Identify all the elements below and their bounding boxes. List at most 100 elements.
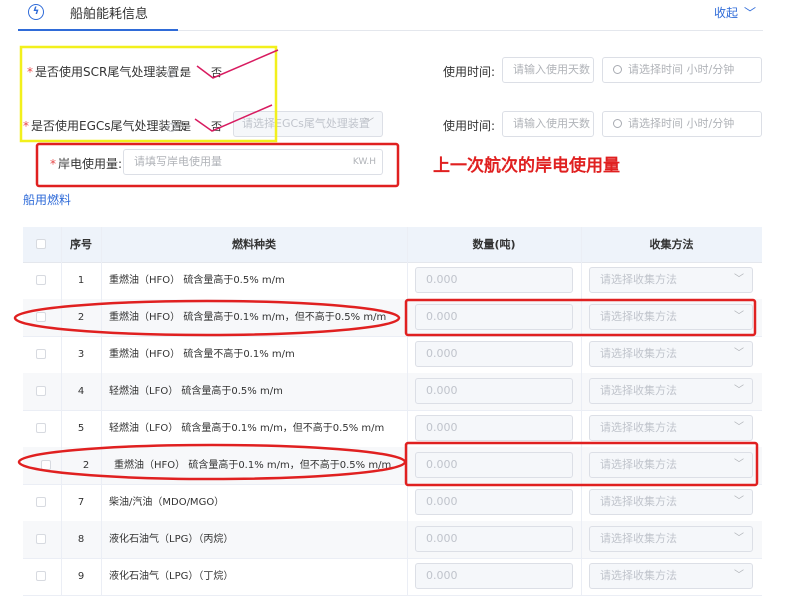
row-checkbox[interactable] (36, 275, 46, 285)
header-fuel-type: 燃料种类 (232, 238, 276, 251)
quantity-input[interactable]: 0.000 (415, 378, 573, 404)
quantity-input[interactable]: 0.000 (415, 304, 573, 330)
chevron-down-icon: ﹀ (734, 348, 744, 359)
table-row: 7 柴油/汽油（MDO/MGO） 0.000 请选择收集方法 ﹀ (23, 484, 762, 522)
table-row: 9 液化石油气（LPG）（丁烷） 0.000 请选择收集方法 ﹀ (23, 558, 762, 596)
radio-circle-icon (167, 68, 176, 78)
row-fuel-type: 重燃油（HFO） 硫含量高于0.5% m/m (109, 275, 285, 286)
scr-label: * 是否使用SCR尾气处理装置: (27, 65, 184, 79)
header-method: 收集方法 (649, 238, 694, 251)
egcs-time-label: 使用时间: (443, 119, 496, 133)
quantity-input[interactable]: 0.000 (415, 526, 573, 552)
egcs-radio-yes[interactable]: 是 (167, 118, 191, 134)
quantity-input[interactable]: 0.000 (415, 563, 573, 589)
quantity-input[interactable]: 0.000 (415, 341, 573, 367)
row-seq: 5 (77, 423, 85, 434)
row-checkbox[interactable] (36, 534, 46, 544)
table-row: 1 重燃油（HFO） 硫含量高于0.5% m/m 0.000 请选择收集方法 ﹀ (23, 262, 762, 300)
method-select[interactable]: 请选择收集方法 ﹀ (589, 452, 753, 478)
tab-active-indicator (18, 29, 178, 31)
chevron-down-icon: ﹀ (734, 496, 744, 507)
row-fuel-type: 轻燃油（LFO） 硫含量高于0.1% m/m，但不高于0.5% m/m (109, 423, 385, 434)
scr-radio-no[interactable]: 否 (211, 64, 222, 80)
checkmark-scr (196, 49, 279, 79)
method-select[interactable]: 请选择收集方法 ﹀ (589, 341, 753, 367)
table-row: 2 重燃油（HFO） 硫含量高于0.1% m/m，但不高于0.5% m/m 0.00… (23, 447, 762, 485)
table-row: 3 重燃油（HFO） 硫含量不高于0.1% m/m 0.000 请选择收集方法 ﹀ (23, 336, 762, 374)
collapse-button[interactable]: 收起 ﹀ (714, 4, 756, 21)
row-seq: 7 (77, 497, 85, 508)
egcs-days-input[interactable]: 请输入使用天数 (502, 111, 594, 137)
table-row: 5 轻燃油（LFO） 硫含量高于0.1% m/m，但不高于0.5% m/m 0.00… (23, 410, 762, 448)
row-fuel-type: 重燃油（HFO） 硫含量高于0.1% m/m，但不高于0.5% m/m (109, 312, 387, 323)
column-divider (101, 227, 102, 595)
table-row: 2 重燃油（HFO） 硫含量高于0.1% m/m，但不高于0.5% m/m 0.00… (23, 299, 762, 337)
annotation-text: 上一次航次的岸电使用量 (433, 156, 620, 176)
method-select[interactable]: 请选择收集方法 ﹀ (589, 267, 753, 293)
chevron-down-icon: ﹀ (364, 118, 374, 129)
row-fuel-type: 液化石油气（LPG）（丙烷） (109, 534, 234, 545)
tab-energy-info[interactable]: 船舶能耗信息 (70, 3, 148, 22)
row-seq: 9 (77, 571, 85, 582)
chevron-down-icon: ﹀ (734, 422, 744, 433)
shore-power-input[interactable]: 请填写岸电使用量 KW.H (123, 149, 383, 175)
shore-power-label: * 岸电使用量: (50, 157, 123, 171)
quantity-input[interactable]: 0.000 (415, 267, 573, 293)
scr-days-input[interactable]: 请输入使用天数 (502, 57, 594, 83)
row-checkbox[interactable] (36, 497, 46, 507)
chevron-down-icon: ﹀ (734, 385, 744, 396)
chevron-down-icon: ﹀ (734, 570, 744, 581)
row-checkbox[interactable] (36, 386, 46, 396)
row-checkbox[interactable] (36, 571, 46, 581)
row-fuel-type: 液化石油气（LPG）（丁烷） (109, 571, 234, 582)
row-seq: 2 (82, 460, 90, 471)
method-select[interactable]: 请选择收集方法 ﹀ (589, 563, 753, 589)
row-seq: 8 (77, 534, 85, 545)
clock-icon (613, 64, 622, 74)
lightning-icon: ϟ (28, 4, 44, 20)
egcs-device-select[interactable]: 请选择EGCs尾气处理装置 ﹀ (233, 111, 383, 137)
chevron-down-icon: ﹀ (734, 459, 744, 470)
row-checkbox[interactable] (36, 423, 46, 433)
scr-radio-yes[interactable]: 是 (167, 64, 191, 80)
method-select[interactable]: 请选择收集方法 ﹀ (589, 489, 753, 515)
egcs-time-picker[interactable]: 请选择时间 小时/分钟 (602, 111, 762, 137)
row-seq: 2 (77, 312, 85, 323)
select-all-checkbox[interactable] (36, 239, 46, 249)
row-checkbox[interactable] (36, 349, 46, 359)
egcs-label: * 是否使用EGCs尾气处理装置: (23, 119, 187, 133)
quantity-input[interactable]: 0.000 (415, 489, 573, 515)
chevron-down-icon: ﹀ (744, 6, 757, 20)
collapse-label: 收起 (714, 6, 739, 20)
quantity-input[interactable]: 0.000 (415, 415, 573, 441)
scr-time-label: 使用时间: (443, 65, 496, 79)
row-checkbox[interactable] (36, 312, 46, 322)
column-divider (407, 227, 408, 595)
unit-suffix: KW.H (352, 157, 376, 167)
header-seq: 序号 (70, 238, 92, 251)
row-fuel-type: 轻燃油（LFO） 硫含量高于0.5% m/m (109, 386, 283, 397)
chevron-down-icon: ﹀ (734, 311, 744, 322)
method-select[interactable]: 请选择收集方法 ﹀ (589, 526, 753, 552)
scr-time-picker[interactable]: 请选择时间 小时/分钟 (602, 57, 762, 83)
table-row: 8 液化石油气（LPG）（丙烷） 0.000 请选择收集方法 ﹀ (23, 521, 762, 559)
chevron-down-icon: ﹀ (734, 533, 744, 544)
column-divider (61, 227, 62, 595)
row-seq: 3 (77, 349, 85, 360)
chevron-down-icon: ﹀ (734, 274, 744, 285)
row-seq: 1 (77, 275, 85, 286)
table-row: 4 轻燃油（LFO） 硫含量高于0.5% m/m 0.000 请选择收集方法 ﹀ (23, 373, 762, 411)
row-seq: 4 (77, 386, 85, 397)
method-select[interactable]: 请选择收集方法 ﹀ (589, 415, 753, 441)
radio-circle-icon (167, 122, 176, 132)
column-divider (581, 227, 582, 595)
method-select[interactable]: 请选择收集方法 ﹀ (589, 304, 753, 330)
clock-icon (613, 118, 622, 128)
egcs-radio-no[interactable]: 否 (211, 118, 222, 134)
method-select[interactable]: 请选择收集方法 ﹀ (589, 378, 753, 404)
header-quantity: 数量(吨) (472, 238, 516, 251)
row-checkbox[interactable] (41, 460, 51, 470)
quantity-input[interactable]: 0.000 (415, 452, 573, 478)
table-header: 序号 燃料种类 数量(吨) 收集方法 (23, 227, 762, 263)
header-divider (178, 30, 763, 31)
